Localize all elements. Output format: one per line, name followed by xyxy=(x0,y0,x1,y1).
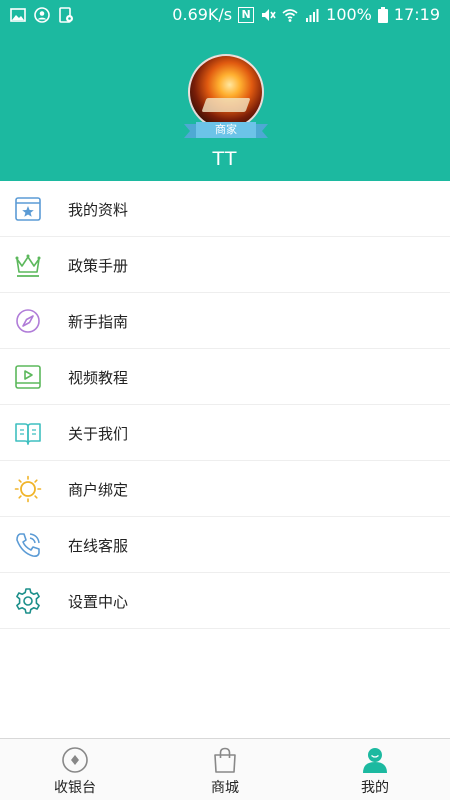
clock: 17:19 xyxy=(393,5,440,24)
nav-tab-mine[interactable]: 我的 xyxy=(300,739,450,800)
username: TT xyxy=(212,148,238,170)
ribbon-tail-left xyxy=(184,124,196,138)
gallery-notification-icon xyxy=(10,8,26,22)
nav-tab-mall[interactable]: 商城 xyxy=(150,739,300,800)
network-speed: 0.69K/s xyxy=(172,5,233,24)
menu-item-video[interactable]: 视频教程 xyxy=(0,349,450,405)
menu-item-guide[interactable]: 新手指南 xyxy=(0,293,450,349)
menu-item-label: 政策手册 xyxy=(68,257,129,275)
menu-item-label: 商户绑定 xyxy=(68,481,129,499)
video-play-icon xyxy=(15,365,41,389)
menu-item-label: 设置中心 xyxy=(68,593,129,611)
account-notification-icon xyxy=(34,7,50,23)
menu-item-customer-service[interactable]: 在线客服 xyxy=(0,517,450,573)
profile-header: 商家 TT xyxy=(0,32,450,181)
battery-icon xyxy=(377,7,388,23)
merchant-badge-label: 商家 xyxy=(196,122,256,138)
menu-item-label: 在线客服 xyxy=(68,537,129,555)
phone-icon xyxy=(16,533,40,557)
ribbon-tail-right xyxy=(256,124,268,138)
crown-icon xyxy=(15,254,41,277)
menu-item-label: 新手指南 xyxy=(68,313,129,331)
user-icon xyxy=(363,748,387,773)
compass-icon xyxy=(16,309,40,333)
battery-percent: 100% xyxy=(326,5,372,24)
menu-item-label: 我的资料 xyxy=(68,201,129,219)
book-icon xyxy=(15,423,41,445)
cashier-icon xyxy=(62,747,88,773)
shopping-bag-icon xyxy=(214,747,236,773)
menu-item-label: 关于我们 xyxy=(68,425,129,443)
nav-tab-label: 我的 xyxy=(361,780,389,796)
menu-list: 我的资料 政策手册 新手指南 视频教程 关于我们 商户绑定 在线客服 设置中心 xyxy=(0,181,450,629)
menu-item-label: 视频教程 xyxy=(68,369,129,387)
menu-item-merchant-binding[interactable]: 商户绑定 xyxy=(0,461,450,517)
menu-item-about[interactable]: 关于我们 xyxy=(0,405,450,461)
avatar[interactable] xyxy=(188,54,264,130)
settings-notification-icon xyxy=(59,7,73,23)
menu-item-policy[interactable]: 政策手册 xyxy=(0,237,450,293)
merchant-badge: 商家 xyxy=(184,122,268,138)
wifi-icon xyxy=(282,9,298,22)
nav-tab-cashier[interactable]: 收银台 xyxy=(0,739,150,800)
status-bar: 0.69K/s N 100% 17:19 xyxy=(0,0,450,32)
avatar-book-shape xyxy=(201,98,251,112)
mute-icon xyxy=(262,9,276,21)
signal-icon xyxy=(306,9,319,22)
menu-item-settings[interactable]: 设置中心 xyxy=(0,573,450,629)
menu-item-profile[interactable]: 我的资料 xyxy=(0,181,450,237)
profile-card-icon xyxy=(15,197,41,221)
nav-tab-label: 商城 xyxy=(211,780,239,796)
nav-tab-label: 收银台 xyxy=(54,780,96,796)
gear-icon xyxy=(16,588,40,614)
avatar-image xyxy=(188,54,264,130)
bottom-nav: 收银台 商城 我的 xyxy=(0,738,450,800)
nfc-icon: N xyxy=(238,7,255,23)
sun-icon xyxy=(14,475,42,503)
